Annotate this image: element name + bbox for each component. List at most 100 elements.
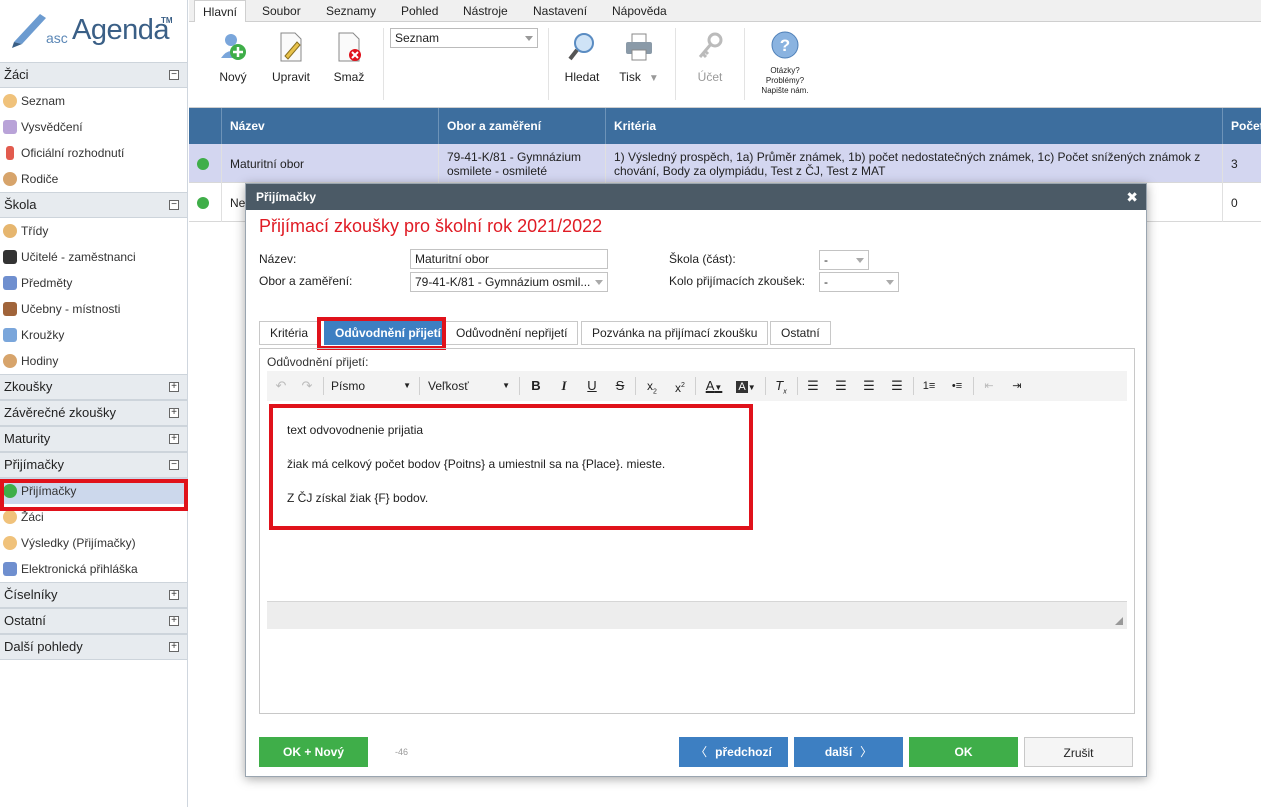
collapse-icon[interactable]: −: [169, 460, 179, 470]
sidebar-item-vysledky[interactable]: Výsledky (Přijímačky): [0, 530, 187, 556]
tab-hlavni[interactable]: Hlavní: [194, 0, 247, 23]
expand-icon[interactable]: +: [169, 408, 179, 418]
subscript-icon[interactable]: x2: [642, 376, 662, 396]
italic-icon[interactable]: I: [555, 376, 573, 396]
numbered-list-icon[interactable]: 1≡: [920, 376, 938, 396]
column-header-name[interactable]: Název: [222, 108, 439, 144]
resize-grip-icon[interactable]: [1115, 617, 1123, 625]
text-color-icon[interactable]: A▼: [701, 376, 727, 396]
field-label: Obor a zaměření:: [259, 274, 353, 288]
new-button[interactable]: Nový: [207, 30, 259, 84]
section-skola[interactable]: Škola −: [0, 192, 187, 218]
collapse-icon[interactable]: −: [169, 70, 179, 80]
tab-soubor[interactable]: Soubor: [254, 0, 309, 22]
help-line-3: Napište nám.: [761, 86, 809, 95]
section-prijimacky[interactable]: Přijímačky −: [0, 452, 187, 478]
dialog-titlebar[interactable]: Přijímačky ✖: [246, 184, 1146, 210]
search-button[interactable]: Hledat: [556, 30, 608, 84]
sidebar-item-rodice[interactable]: Rodiče: [0, 166, 187, 192]
tab-napoveda[interactable]: Nápověda: [604, 0, 675, 22]
sidebar-item-vysvedceni[interactable]: Vysvědčení: [0, 114, 187, 140]
strikethrough-icon[interactable]: S: [611, 376, 629, 396]
column-header-criteria[interactable]: Kritéria: [606, 108, 1223, 144]
section-ciselniky[interactable]: Číselníky +: [0, 582, 187, 608]
sidebar-item-tridy[interactable]: Třídy: [0, 218, 187, 244]
tab-pozvanka[interactable]: Pozvánka na přijímací zkoušku: [581, 321, 769, 345]
clear-format-icon[interactable]: Tx: [772, 376, 790, 396]
sidebar-item-krouzky[interactable]: Kroužky: [0, 322, 187, 348]
expand-icon[interactable]: +: [169, 590, 179, 600]
sidebar-item-elektronicka-prihlaska[interactable]: Elektronická přihláška: [0, 556, 187, 582]
section-ostatni[interactable]: Ostatní +: [0, 608, 187, 634]
align-center-icon[interactable]: ☰: [832, 376, 850, 396]
editor-content[interactable]: text odvovodnenie prijatia žiak má celko…: [267, 401, 1127, 601]
bullet-list-icon[interactable]: •≡: [948, 376, 966, 396]
section-zaci[interactable]: Žáci −: [0, 62, 187, 88]
redo-icon[interactable]: ↷: [299, 376, 315, 396]
sidebar-item-seznam[interactable]: Seznam: [0, 88, 187, 114]
outdent-icon[interactable]: ⇤: [980, 376, 998, 396]
section-zaverecne-zkousky[interactable]: Závěrečné zkoušky +: [0, 400, 187, 426]
tab-kriteria[interactable]: Kritéria: [259, 321, 320, 345]
section-dalsi-pohledy[interactable]: Další pohledy +: [0, 634, 187, 660]
sidebar-item-ucebny[interactable]: Učebny - místnosti: [0, 296, 187, 322]
tab-seznamy[interactable]: Seznamy: [318, 0, 384, 22]
sidebar-item-label: Hodiny: [21, 354, 59, 368]
sidebar-item-hodiny[interactable]: Hodiny: [0, 348, 187, 374]
superscript-icon[interactable]: x2: [670, 376, 690, 396]
align-left-icon[interactable]: ☰: [804, 376, 822, 396]
table-row[interactable]: Maturitní obor 79-41-K/81 - Gymnázium os…: [189, 144, 1261, 183]
print-button[interactable]: Tisk ▼: [613, 30, 665, 84]
tab-nastaveni[interactable]: Nastavení: [525, 0, 595, 22]
school-select[interactable]: -: [819, 250, 869, 270]
underline-icon[interactable]: U: [583, 376, 601, 396]
graduation-cap-icon: [3, 250, 17, 264]
help-button[interactable]: ? Otázky? Problémy? Napište nám.: [757, 30, 813, 96]
ok-new-button[interactable]: OK + Nový: [259, 737, 368, 767]
print-dropdown-icon[interactable]: ▼: [649, 73, 659, 84]
tab-ostatni[interactable]: Ostatní: [770, 321, 831, 345]
sidebar-item-ucitele[interactable]: Učitelé - zaměstnanci: [0, 244, 187, 270]
round-select[interactable]: -: [819, 272, 899, 292]
collapse-icon[interactable]: −: [169, 200, 179, 210]
sidebar-item-label: Oficiální rozhodnutí: [21, 146, 125, 160]
close-icon[interactable]: ✖: [1126, 184, 1138, 210]
sidebar-item-oficialni-rozhodnuti[interactable]: Oficiální rozhodnutí: [0, 140, 187, 166]
section-zkousky[interactable]: Zkoušky +: [0, 374, 187, 400]
previous-button[interactable]: 〈 předchozí: [679, 737, 788, 767]
expand-icon[interactable]: +: [169, 434, 179, 444]
tab-nastroje[interactable]: Nástroje: [455, 0, 516, 22]
bold-icon[interactable]: B: [527, 376, 545, 396]
sidebar-item-label: Učitelé - zaměstnanci: [21, 250, 136, 264]
tab-oduvodneni-neprijeti[interactable]: Odůvodnění nepřijetí: [445, 321, 579, 345]
section-maturity[interactable]: Maturity +: [0, 426, 187, 452]
tab-pohled[interactable]: Pohled: [393, 0, 446, 22]
edit-button[interactable]: Upravit: [265, 30, 317, 84]
next-button[interactable]: další 〉: [794, 737, 903, 767]
size-select[interactable]: Veľkosť ▼: [428, 376, 510, 396]
delete-button[interactable]: Smaž: [323, 30, 375, 84]
column-header-field[interactable]: Obor a zaměření: [439, 108, 606, 144]
align-right-icon[interactable]: ☰: [860, 376, 878, 396]
expand-icon[interactable]: +: [169, 642, 179, 652]
background-color-icon[interactable]: A ▼: [733, 376, 759, 396]
view-select[interactable]: Seznam: [390, 28, 538, 48]
logo-agenda: Agenda: [72, 14, 170, 46]
expand-icon[interactable]: +: [169, 616, 179, 626]
field-select[interactable]: 79-41-K/81 - Gymnázium osmil...: [410, 272, 608, 292]
expand-icon[interactable]: +: [169, 382, 179, 392]
account-button[interactable]: Účet: [684, 30, 736, 84]
indent-icon[interactable]: ⇥: [1008, 376, 1026, 396]
justify-icon[interactable]: ☰: [888, 376, 906, 396]
highlight-sidebar-prijimacky: [0, 479, 188, 511]
cancel-button[interactable]: Zrušit: [1024, 737, 1133, 767]
font-select[interactable]: Písmo ▼: [331, 376, 411, 396]
cell-field: 79-41-K/81 - Gymnázium osmilete - osmile…: [439, 144, 606, 183]
sidebar-item-predmety[interactable]: Předměty: [0, 270, 187, 296]
app-logo[interactable]: asc Agenda TM: [0, 0, 187, 62]
chevron-down-icon: ▼: [502, 381, 510, 390]
ok-button[interactable]: OK: [909, 737, 1018, 767]
name-input[interactable]: Maturitní obor: [410, 249, 608, 269]
column-header-count[interactable]: Počet: [1223, 108, 1261, 144]
undo-icon[interactable]: ↶: [273, 376, 289, 396]
